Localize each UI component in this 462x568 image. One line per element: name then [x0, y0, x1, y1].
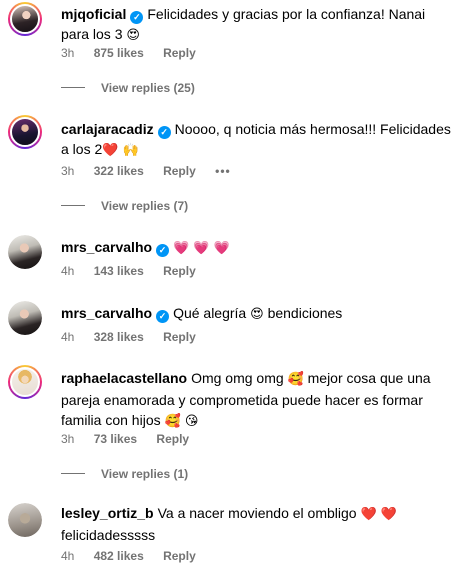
comment-body: mrs_carvalho ✓ Qué alegría 😍 bendiciones: [61, 303, 452, 325]
view-replies-label: View replies (7): [101, 199, 189, 213]
view-replies-button[interactable]: View replies (7): [61, 199, 188, 213]
comment-username[interactable]: mjqoficial: [61, 6, 126, 22]
reply-button[interactable]: Reply: [156, 432, 189, 446]
comment-likes[interactable]: 143 likes: [94, 264, 144, 278]
comment-time[interactable]: 4h: [61, 549, 74, 563]
comment-username[interactable]: lesley_ortiz_b: [61, 505, 154, 521]
comment-username[interactable]: raphaelacastellano: [61, 370, 187, 386]
comment-likes[interactable]: 328 likes: [94, 330, 144, 344]
reply-button[interactable]: Reply: [163, 164, 196, 178]
comment-meta: 4h 143 likes Reply: [61, 264, 212, 278]
comment-body: mrs_carvalho ✓ 💗 💗 💗: [61, 237, 452, 259]
comment-meta: 3h 875 likes Reply: [61, 46, 212, 60]
verified-badge-icon: ✓: [156, 244, 170, 257]
comment-username[interactable]: carlajaracadiz: [61, 121, 154, 137]
comment-likes[interactable]: 73 likes: [94, 432, 137, 446]
avatar[interactable]: [8, 2, 42, 36]
comment-body: mjqoficial ✓ Felicidades y gracias por la …: [61, 4, 452, 46]
comment-meta: 3h 322 likes Reply •••: [61, 164, 247, 178]
comment-body: carlajaracadiz ✓ Noooo, q noticia más herm…: [61, 119, 452, 161]
divider: [61, 473, 85, 474]
divider: [61, 87, 85, 88]
comment-time[interactable]: 4h: [61, 264, 74, 278]
comment-time[interactable]: 4h: [61, 330, 74, 344]
comment-meta: 4h 328 likes Reply: [61, 330, 212, 344]
comment-meta: 4h 482 likes Reply: [61, 549, 212, 563]
verified-badge-icon: ✓: [157, 126, 171, 139]
divider: [61, 205, 85, 206]
comment-emoji: 😍: [250, 307, 264, 322]
comment-text: Va a nacer moviendo el ombligo: [157, 505, 361, 521]
view-replies-button[interactable]: View replies (1): [61, 467, 188, 481]
comment-username[interactable]: mrs_carvalho: [61, 305, 152, 321]
comment-meta: 3h 73 likes Reply: [61, 432, 205, 446]
comment-time[interactable]: 3h: [61, 164, 74, 178]
comment-likes[interactable]: 875 likes: [94, 46, 144, 60]
avatar[interactable]: [8, 235, 42, 269]
reply-button[interactable]: Reply: [163, 549, 196, 563]
comment-emoji-end: 🥰 😘: [164, 414, 199, 429]
comment-emoji: 🥰: [287, 372, 304, 387]
verified-badge-icon: ✓: [156, 310, 170, 323]
comment-text: Omg omg omg: [191, 370, 288, 386]
comment-username[interactable]: mrs_carvalho: [61, 239, 152, 255]
comment-text-continued: bendiciones: [263, 305, 343, 321]
reply-button[interactable]: Reply: [163, 264, 196, 278]
comment-time[interactable]: 3h: [61, 46, 74, 60]
avatar[interactable]: [8, 503, 42, 537]
avatar[interactable]: [8, 115, 42, 149]
comment-emoji: ❤️ ❤️: [360, 507, 397, 522]
verified-badge-icon: ✓: [130, 11, 144, 24]
more-options-icon[interactable]: •••: [215, 164, 231, 178]
comment-text: Qué alegría: [173, 305, 251, 321]
comment-emoji: ❤️ 🙌: [102, 143, 139, 158]
comment-body: lesley_ortiz_b Va a nacer moviendo el omb…: [61, 503, 452, 545]
avatar[interactable]: [8, 301, 42, 335]
view-replies-label: View replies (25): [101, 81, 195, 95]
comment-emoji: 💗 💗 💗: [173, 241, 230, 256]
comment-body: raphaelacastellano Omg omg omg 🥰 mejor co…: [61, 368, 452, 432]
comment-likes[interactable]: 482 likes: [94, 549, 144, 563]
comment-emoji: 😍: [126, 28, 140, 43]
view-replies-button[interactable]: View replies (25): [61, 81, 195, 95]
comment-text-continued: felicidadesssss: [61, 527, 156, 543]
view-replies-label: View replies (1): [101, 467, 189, 481]
comment-likes[interactable]: 322 likes: [94, 164, 144, 178]
reply-button[interactable]: Reply: [163, 46, 196, 60]
reply-button[interactable]: Reply: [163, 330, 196, 344]
avatar[interactable]: [8, 365, 42, 399]
comment-time[interactable]: 3h: [61, 432, 74, 446]
